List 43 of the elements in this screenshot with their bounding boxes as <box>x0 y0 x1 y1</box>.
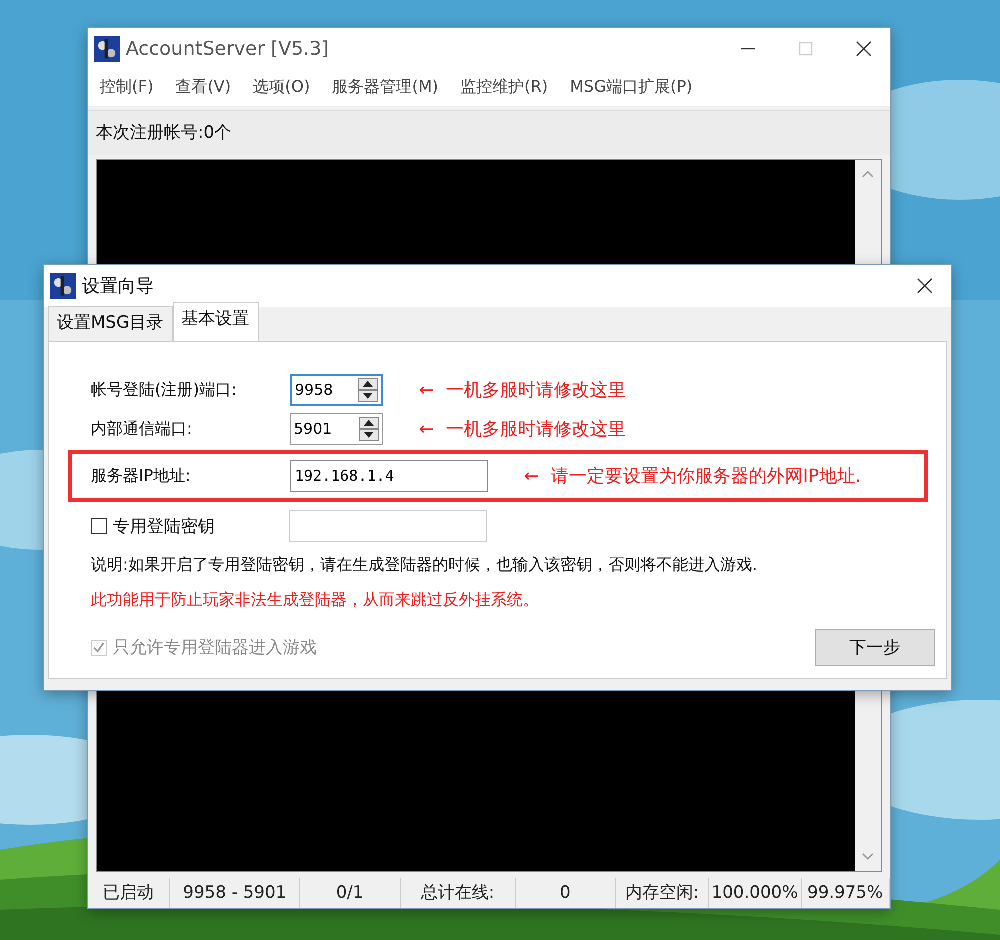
arrow-text: ← <box>419 418 434 440</box>
registered-count: 本次注册帐号:0个 <box>96 122 232 144</box>
status-cell: 内存空闲: <box>616 878 710 908</box>
description-text: 说明:如果开启了专用登陆密钥，请在生成登陆器的时候，也输入该密钥，否则将不能进入游戏. <box>91 555 758 576</box>
menu-item[interactable]: 控制(F) <box>100 77 154 98</box>
menu-item[interactable]: 选项(O) <box>253 77 310 98</box>
status-cell: 9958 - 5901 <box>170 878 300 908</box>
arrow-text: ← <box>524 466 540 486</box>
close-icon[interactable] <box>854 38 874 59</box>
hint-note: 一机多服时请修改这里 <box>446 418 626 441</box>
checkbox-label[interactable]: 专用登陆密钥 <box>113 514 289 538</box>
port-spinbox[interactable]: 9958 <box>290 374 383 406</box>
checkbox[interactable] <box>91 518 107 534</box>
hint-note: 一机多服时请修改这里 <box>446 379 626 402</box>
warning-text: 此功能用于防止玩家非法生成登陆器，从而来跳过反外挂系统。 <box>91 590 540 611</box>
key-input[interactable] <box>289 510 487 542</box>
dialog-title: 设置向导 <box>82 275 154 298</box>
status-cell: 100.000% <box>709 878 802 908</box>
field-label: 帐号登陆(注册)端口: <box>91 380 238 400</box>
menu-item[interactable]: MSG端口扩展(P) <box>570 77 693 98</box>
hint-note: 请一定要设置为你服务器的外网IP地址. <box>551 465 861 488</box>
menu-item[interactable]: 查看(V) <box>176 77 232 98</box>
next-button[interactable]: 下一步 <box>815 629 935 666</box>
app-icon <box>50 273 76 299</box>
close-icon[interactable] <box>915 276 935 296</box>
menu-item[interactable]: 监控维护(R) <box>460 77 548 98</box>
status-cell: 已启动 <box>88 878 170 908</box>
ip-input[interactable]: 192.168.1.4 <box>290 460 488 492</box>
tab[interactable]: 基本设置 <box>172 302 259 341</box>
port-spinbox[interactable]: 5901 <box>290 413 383 445</box>
window-title: AccountServer [V5.3] <box>126 38 330 60</box>
status-cell: 0 <box>516 878 616 908</box>
field-label: 服务器IP地址: <box>91 466 192 486</box>
spin-arrows-icon[interactable] <box>358 378 378 402</box>
arrow-text: ← <box>419 380 434 400</box>
menu-item[interactable]: 服务器管理(M) <box>332 77 438 98</box>
status-cell: 99.975% <box>802 878 890 908</box>
tab[interactable]: 设置MSG目录 <box>48 306 173 341</box>
spin-arrows-icon[interactable] <box>359 417 379 441</box>
app-icon <box>94 36 120 62</box>
status-cell: 0/1 <box>300 878 401 908</box>
status-cell: 总计在线: <box>400 878 516 908</box>
field-label: 内部通信端口: <box>91 418 194 440</box>
